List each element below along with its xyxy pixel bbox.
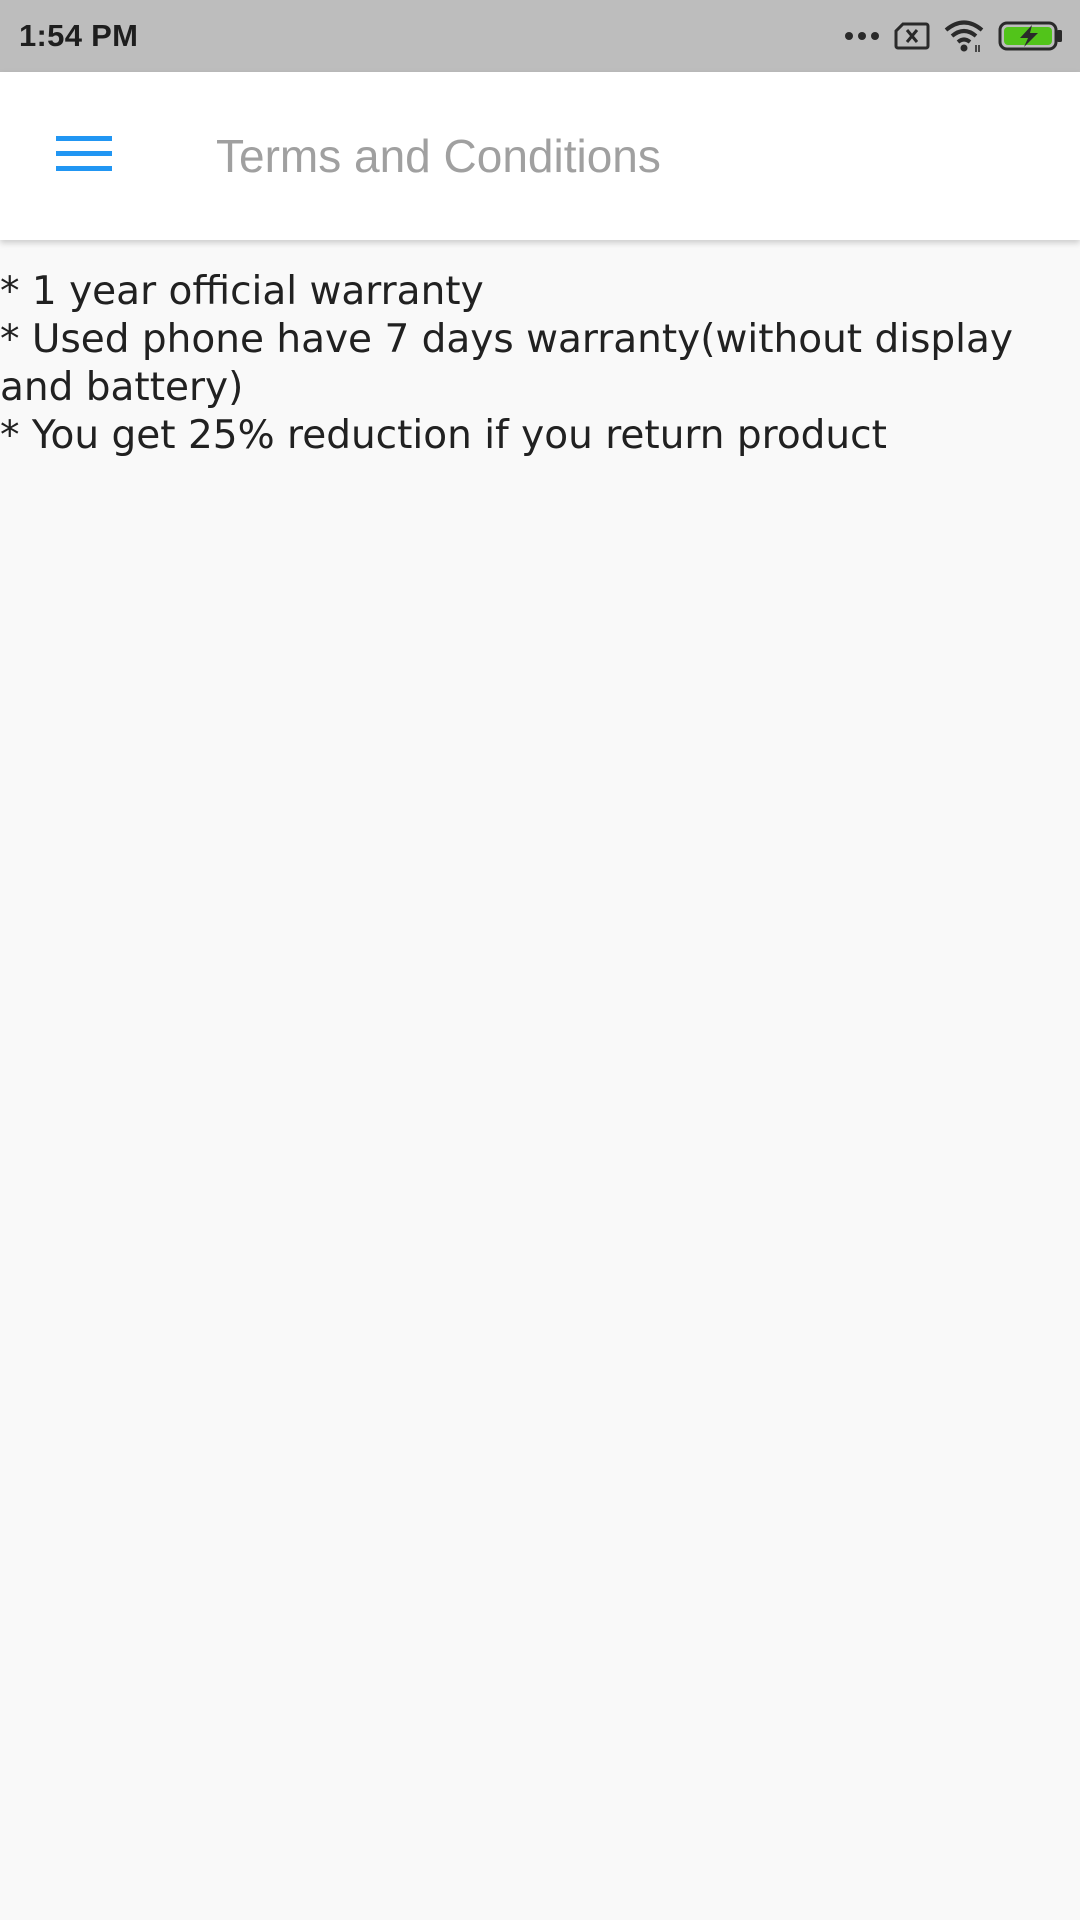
terms-line: * You get 25% reduction if you return pr… xyxy=(0,413,887,458)
app-bar: Terms and Conditions xyxy=(0,72,1080,240)
more-dots-icon xyxy=(844,30,880,42)
status-bar: 1:54 PM xyxy=(0,0,1080,72)
terms-content: * 1 year official warranty * Used phone … xyxy=(0,268,1060,460)
sim-error-icon xyxy=(894,22,930,50)
terms-line: * 1 year official warranty xyxy=(0,269,484,314)
wifi-icon xyxy=(944,19,984,53)
battery-charging-icon xyxy=(998,21,1064,51)
hamburger-menu-icon[interactable] xyxy=(56,134,112,179)
status-time: 1:54 PM xyxy=(19,18,139,53)
terms-line: * Used phone have 7 days warranty(withou… xyxy=(0,317,1013,410)
page-title: Terms and Conditions xyxy=(216,130,661,182)
status-icons xyxy=(844,19,1064,53)
menu-button[interactable] xyxy=(28,100,140,212)
